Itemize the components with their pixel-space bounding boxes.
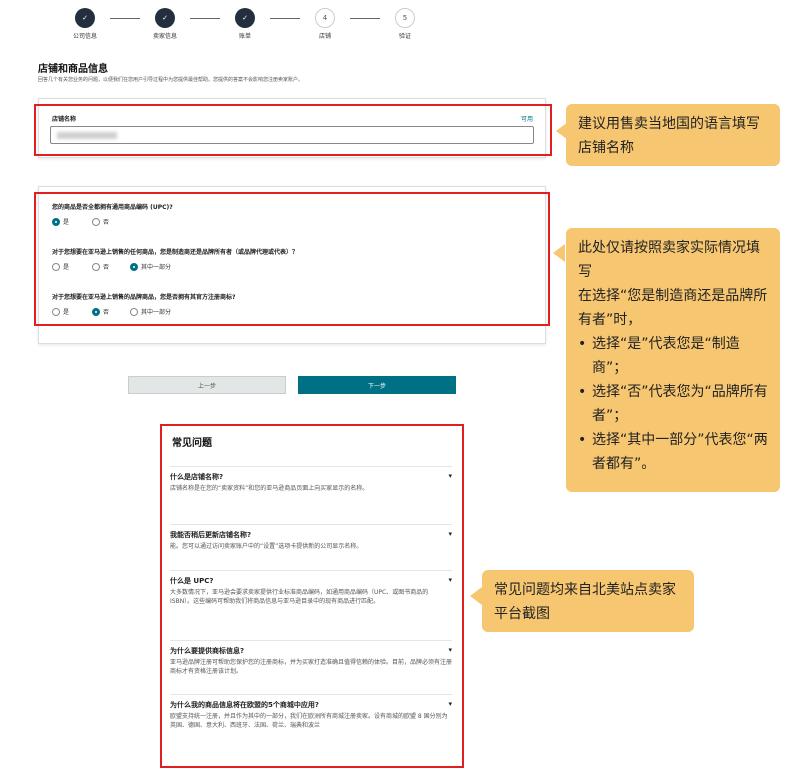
faq-title: 常见问题: [172, 438, 212, 449]
step-connector: [350, 18, 380, 19]
callout-list-item: 选择“否”代表您为“品牌所有者”；: [578, 380, 768, 428]
callout-questions: 此处仅请按照卖家实际情况填写 在选择“您是制造商还是品牌所有者”时， 选择“是”…: [566, 228, 780, 492]
radio-selected[interactable]: [52, 217, 60, 226]
faq-question: 我能否稍后更新店铺名称?: [170, 531, 252, 539]
option-no[interactable]: 否: [92, 307, 109, 316]
radio[interactable]: [92, 262, 100, 271]
step-connector: [270, 18, 300, 19]
faq-question: 为什么要提供商标信息?: [170, 647, 245, 655]
question-trademark: 对于您想要在亚马逊上销售的品牌商品，您是否拥有其官方注册商标?: [52, 294, 236, 301]
radio[interactable]: [130, 307, 138, 316]
highlight-questions: [34, 192, 550, 326]
faq-question: 什么是 UPC?: [170, 577, 214, 585]
callout-list-item: 选择“是”代表您是“制造商”；: [578, 332, 768, 380]
callout-list: 选择“是”代表您是“制造商”； 选择“否”代表您为“品牌所有者”； 选择“其中一…: [578, 332, 768, 476]
step-3: ✓ 账单: [220, 8, 270, 40]
faq-answer: 店铺名称是在您的“卖家资料”和您的亚马逊商品页面上向买家显示的名称。: [170, 485, 369, 492]
step-number: 4: [315, 8, 335, 28]
faq-question: 什么是店铺名称?: [170, 473, 224, 481]
step-label: 账单: [238, 33, 251, 40]
option-partial[interactable]: 其中一部分: [130, 262, 171, 271]
callout-pointer: [470, 587, 482, 605]
highlight-store-name: [34, 104, 552, 156]
section-title: 店铺和商品信息: [38, 64, 108, 75]
radio-selected[interactable]: [130, 262, 138, 271]
callout-faq: 常见问题均来自北美站点卖家平台截图: [482, 570, 694, 632]
callout-list-item: 选择“其中一部分”代表您“两者都有”。: [578, 428, 768, 476]
faq-answer: 欧盟支持统一注册，并且作为其中的一部分，我们在欧洲所有商城注册卖家。设有商城的欧…: [170, 713, 448, 729]
faq-answer: 亚马逊品牌注册可帮助您保护您的注册商标，并为买家打造准确且值得信赖的体验。目前，…: [170, 659, 453, 675]
next-button[interactable]: 下一步: [298, 376, 456, 394]
question-manufacturer: 对于您想要在亚马逊上销售的任何商品，您是制造商还是品牌所有者（或品牌代理或代表）…: [52, 249, 299, 256]
option-yes[interactable]: 是: [52, 217, 69, 226]
check-icon: ✓: [75, 8, 95, 28]
progress-stepper: ✓ 公司信息 ✓ 卖家信息 ✓ 账单 4 店铺 5 验证: [60, 8, 430, 44]
option-partial[interactable]: 其中一部分: [130, 307, 171, 316]
faq-answer: 能。您可以通过访问卖家账户中的“设置”选项卡提供新的公司显示名称。: [170, 543, 363, 550]
step-label: 店铺: [318, 33, 331, 40]
step-number: 5: [395, 8, 415, 28]
faq-question: 为什么我的商品信息将在欧盟的5个商城中应用?: [170, 701, 319, 709]
faq-answer: 大多数情况下，亚马逊会要求卖家提供行业标准商品编码，如通用商品编码（UPC、或图…: [170, 589, 429, 605]
radio[interactable]: [92, 217, 100, 226]
caret-down-icon: ▾: [448, 700, 452, 708]
caret-down-icon: ▾: [448, 530, 452, 538]
option-yes[interactable]: 是: [52, 262, 69, 271]
caret-down-icon: ▾: [448, 646, 452, 654]
caret-down-icon: ▾: [448, 576, 452, 584]
callout-line: 在选择“您是制造商还是品牌所有者”时，: [578, 288, 768, 328]
step-label: 公司信息: [72, 33, 97, 40]
option-no[interactable]: 否: [92, 217, 109, 226]
step-2: ✓ 卖家信息: [140, 8, 190, 40]
step-1: ✓ 公司信息: [60, 8, 110, 40]
step-4: 4 店铺: [300, 8, 350, 40]
radio-selected[interactable]: [92, 307, 100, 316]
section-subtitle: 回答几个有关您业务的问题，以便我们在您用户引导过程中为您提供最佳帮助。您提供的答…: [38, 77, 304, 83]
step-connector: [110, 18, 140, 19]
radio[interactable]: [52, 262, 60, 271]
faq-item[interactable]: 为什么我的商品信息将在欧盟的5个商城中应用? ▾ 欧盟支持统一注册，并且作为其中的…: [170, 694, 452, 730]
step-5: 5 验证: [380, 8, 430, 40]
caret-down-icon: ▾: [448, 472, 452, 480]
step-label: 验证: [398, 33, 411, 40]
faq-item[interactable]: 什么是店铺名称? ▾ 店铺名称是在您的“卖家资料”和您的亚马逊商品页面上向买家显示…: [170, 466, 452, 493]
option-no[interactable]: 否: [92, 262, 109, 271]
faq-item[interactable]: 什么是 UPC? ▾ 大多数情况下，亚马逊会要求卖家提供行业标准商品编码，如通用商…: [170, 570, 452, 606]
check-icon: ✓: [155, 8, 175, 28]
question-upc: 您的商品是否全都拥有通用商品编码 (UPC)?: [52, 204, 173, 211]
callout-intro: 此处仅请按照卖家实际情况填写: [578, 240, 760, 280]
radio[interactable]: [52, 307, 60, 316]
prev-button[interactable]: 上一步: [128, 376, 286, 394]
callout-pointer: [553, 244, 565, 262]
step-label: 卖家信息: [152, 33, 177, 40]
check-icon: ✓: [235, 8, 255, 28]
faq-item[interactable]: 为什么要提供商标信息? ▾ 亚马逊品牌注册可帮助您保护您的注册商标，并为买家打造准…: [170, 640, 452, 676]
step-connector: [190, 18, 220, 19]
faq-item[interactable]: 我能否稍后更新店铺名称? ▾ 能。您可以通过访问卖家账户中的“设置”选项卡提供新的…: [170, 524, 452, 551]
option-yes[interactable]: 是: [52, 307, 69, 316]
callout-store-name: 建议用售卖当地国的语言填写店铺名称: [566, 104, 780, 166]
